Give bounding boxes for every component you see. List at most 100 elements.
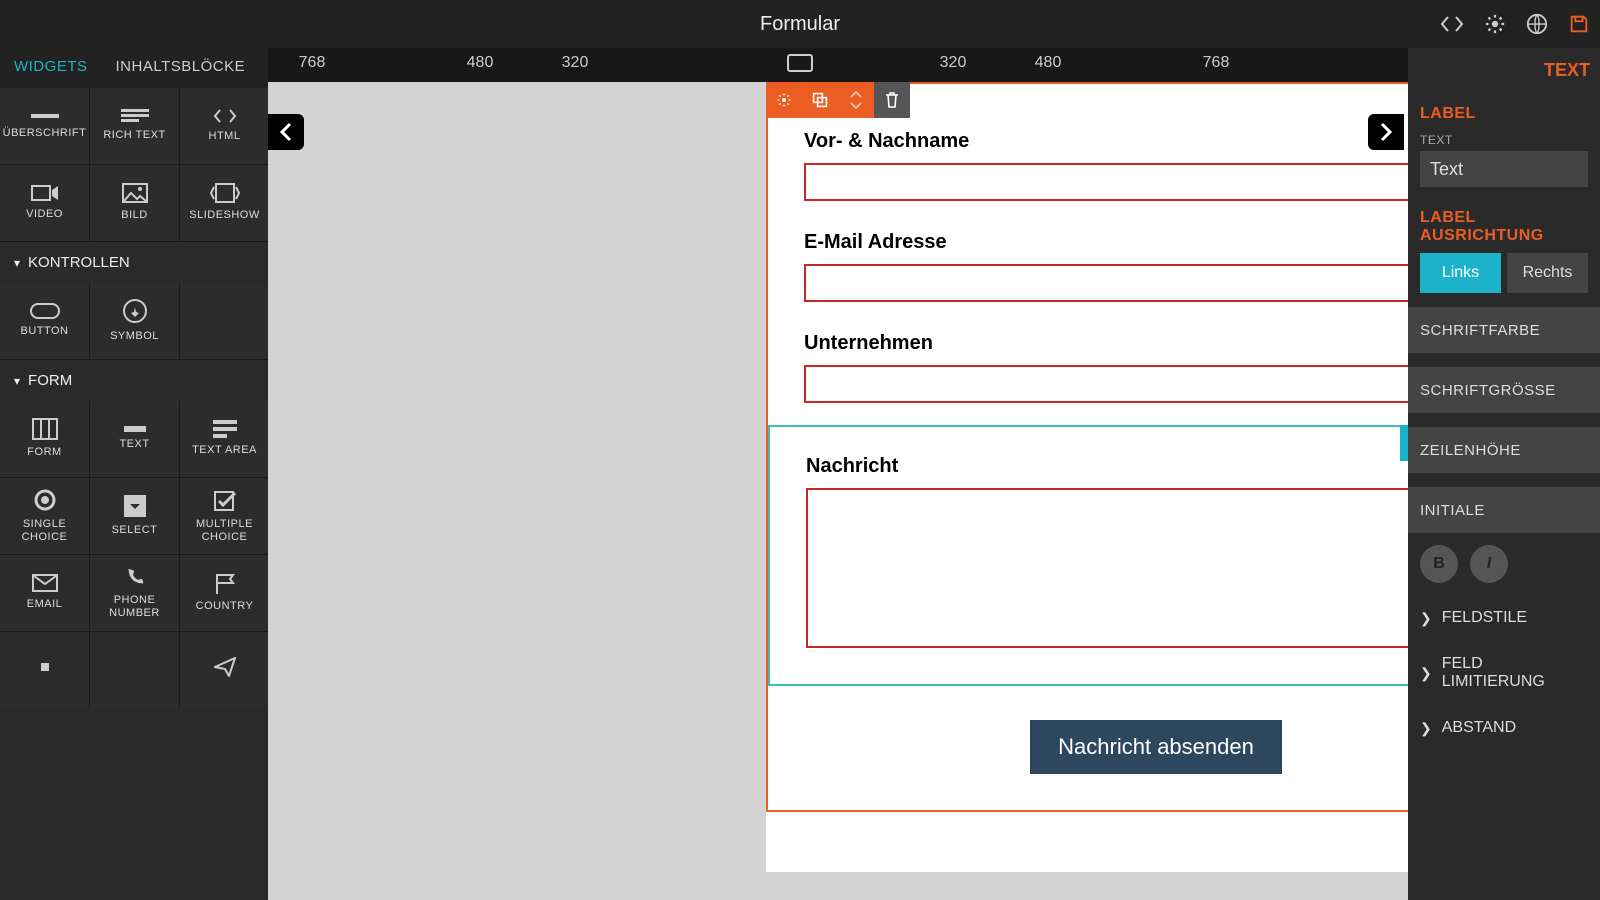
section-controls[interactable]: ▾ KONTROLLEN: [0, 241, 268, 283]
widget-multiple-choice[interactable]: MULTIPLE CHOICE: [180, 478, 269, 554]
canvas: Vor- & Nachname E-Mail Adresse Unternehm…: [268, 82, 1600, 900]
field-company: Unternehmen: [804, 332, 1508, 403]
prev-breakpoint-button[interactable]: [268, 114, 304, 150]
block-settings-button[interactable]: [766, 82, 802, 118]
chevron-right-icon: ❯: [1420, 720, 1432, 737]
html-icon: [211, 108, 239, 124]
field-email: E-Mail Adresse: [804, 231, 1508, 302]
label-text-input[interactable]: [1420, 151, 1588, 187]
form-grid: FORM TEXT TEXT AREA SINGLE CHOICE SELECT…: [0, 401, 268, 708]
submit-row: Nachricht absenden: [804, 720, 1508, 774]
video-icon: [31, 184, 59, 202]
ruler-mark: 480: [467, 54, 494, 72]
globe-icon[interactable]: [1526, 13, 1548, 35]
device-icon[interactable]: [787, 54, 813, 72]
flag-icon: [213, 572, 237, 594]
email-label: E-Mail Adresse: [804, 231, 1508, 254]
widget-heading[interactable]: ÜBERSCHRIFT: [0, 88, 89, 164]
send-icon: [214, 657, 236, 677]
accordion-spacing[interactable]: ❯ ABSTAND: [1408, 705, 1600, 751]
block-delete-button[interactable]: [874, 82, 910, 118]
widget-form[interactable]: FORM: [0, 401, 89, 477]
ruler-mark: 768: [299, 54, 326, 72]
fontsize-row[interactable]: SCHRIFTGRÖSSE: [1408, 367, 1600, 413]
submit-button[interactable]: Nachricht absenden: [1030, 720, 1282, 774]
radio-icon: [33, 488, 57, 512]
block-duplicate-button[interactable]: [802, 82, 838, 118]
widget-image[interactable]: BILD: [90, 165, 179, 241]
form-icon: [32, 418, 58, 440]
widget-extra-2[interactable]: [180, 632, 269, 708]
topbar: Formular: [0, 0, 1600, 48]
chevron-down-icon: ▾: [14, 256, 20, 270]
widget-phone[interactable]: PHONE NUMBER: [90, 555, 179, 631]
widget-video[interactable]: VIDEO: [0, 165, 89, 241]
symbol-icon: [122, 298, 148, 324]
italic-button[interactable]: I: [1470, 545, 1508, 583]
right-panel: TEXT LABEL TEXT LABEL AUSRICHTUNG Links …: [1408, 48, 1600, 900]
controls-grid: BUTTON SYMBOL: [0, 283, 268, 359]
richtext-icon: [121, 109, 149, 123]
lineheight-row[interactable]: ZEILENHÖHE: [1408, 427, 1600, 473]
tab-widgets[interactable]: WIDGETS: [0, 48, 102, 88]
style-buttons: B I: [1408, 533, 1600, 595]
text-icon: [124, 426, 146, 432]
block-sort-button[interactable]: [838, 82, 874, 118]
accordion-fieldstyles[interactable]: ❯ FELDSTILE: [1408, 595, 1600, 641]
select-icon: [123, 494, 147, 518]
section-form[interactable]: ▾ FORM: [0, 359, 268, 401]
widget-text[interactable]: TEXT: [90, 401, 179, 477]
chevron-down-icon: ▾: [14, 374, 20, 388]
widget-richtext[interactable]: RICH TEXT: [90, 88, 179, 164]
widget-single-choice[interactable]: SINGLE CHOICE: [0, 478, 89, 554]
chevron-right-icon: ❯: [1420, 665, 1432, 682]
page-title: Formular: [760, 13, 840, 36]
code-icon[interactable]: [1440, 15, 1464, 33]
widget-email[interactable]: EMAIL: [0, 555, 89, 631]
email-input[interactable]: [804, 264, 1508, 302]
widget-extra-1[interactable]: [0, 632, 89, 708]
phone-icon: [124, 566, 146, 588]
bold-button[interactable]: B: [1420, 545, 1458, 583]
label-text-sub: TEXT: [1420, 133, 1588, 147]
widgets-basic: ÜBERSCHRIFT RICH TEXT HTML VIDEO BILD SL…: [0, 88, 268, 241]
ruler-mark: 768: [1203, 54, 1230, 72]
widget-country[interactable]: COUNTRY: [180, 555, 269, 631]
button-icon: [30, 303, 60, 319]
image-icon: [122, 183, 148, 203]
tab-text[interactable]: TEXT: [1408, 48, 1600, 91]
widget-textarea[interactable]: TEXT AREA: [180, 401, 269, 477]
ruler-mark: 480: [1035, 54, 1062, 72]
widget-button[interactable]: BUTTON: [0, 283, 89, 359]
gear-icon[interactable]: [1484, 13, 1506, 35]
slideshow-icon: [210, 183, 240, 203]
topbar-actions: [1440, 13, 1590, 35]
ruler-mark: 320: [940, 54, 967, 72]
left-tabs: WIDGETS INHALTSBLÖCKE: [0, 48, 268, 88]
message-textarea[interactable]: [806, 488, 1506, 648]
align-buttons: Links Rechts: [1420, 253, 1588, 293]
tab-content-blocks[interactable]: INHALTSBLÖCKE: [102, 48, 260, 88]
next-breakpoint-button[interactable]: [1368, 114, 1404, 150]
empty-cell: [180, 283, 269, 359]
widget-select[interactable]: SELECT: [90, 478, 179, 554]
fontcolor-row[interactable]: SCHRIFTFARBE: [1408, 307, 1600, 353]
heading-icon: [31, 111, 59, 121]
align-section-title: LABEL AUSRICHTUNG: [1420, 209, 1588, 245]
block-toolbar: [766, 82, 910, 118]
textarea-icon: [213, 420, 237, 438]
chevron-right-icon: ❯: [1420, 610, 1432, 627]
company-input[interactable]: [804, 365, 1508, 403]
empty-cell: [90, 632, 179, 708]
save-icon[interactable]: [1568, 13, 1590, 35]
accordion-fieldlimit[interactable]: ❯ FELD LIMITIERUNG: [1408, 641, 1600, 705]
widget-symbol[interactable]: SYMBOL: [90, 283, 179, 359]
checkbox-icon: [213, 488, 237, 512]
widget-html[interactable]: HTML: [180, 88, 269, 164]
align-right-button[interactable]: Rechts: [1507, 253, 1588, 293]
align-left-button[interactable]: Links: [1420, 253, 1501, 293]
name-input[interactable]: [804, 163, 1508, 201]
initial-row[interactable]: INITIALE: [1408, 487, 1600, 533]
email-icon: [32, 574, 58, 592]
widget-slideshow[interactable]: SLIDESHOW: [180, 165, 269, 241]
